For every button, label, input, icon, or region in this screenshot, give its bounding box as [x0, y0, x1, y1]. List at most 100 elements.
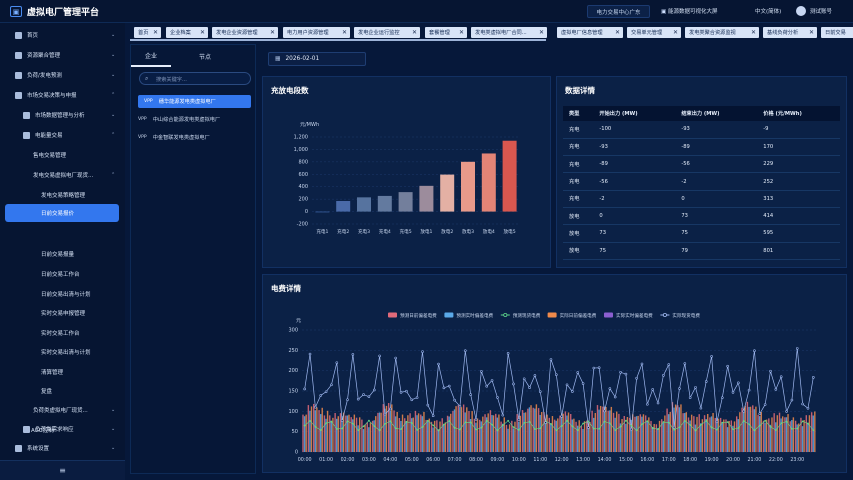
forecast-spot-point	[442, 423, 445, 426]
tab-package[interactable]: 套餐管理 ✕	[425, 27, 467, 38]
actual-spot-point	[683, 362, 687, 365]
fee-bar	[450, 413, 452, 452]
fee-bar	[762, 420, 765, 452]
forecast-spot-point	[630, 424, 633, 427]
tab-day-ahead[interactable]: 日前交易	[821, 27, 853, 38]
close-icon[interactable]: ✕	[459, 29, 464, 36]
x-tick-label: 17:00	[662, 457, 676, 463]
sidebar-item-forecast[interactable]: 负荷/发电预测 ⌄	[5, 66, 119, 84]
tab-trading-unit[interactable]: 交易单元管理 ✕	[627, 27, 681, 38]
sidebar-item-strategy[interactable]: 发电交易策略管理	[5, 186, 119, 204]
org-select[interactable]: 电力交易中心广东	[587, 5, 650, 18]
sidebar-item-day-ahead-volume[interactable]: 日前交易报量	[5, 245, 119, 263]
actual-spot-point	[785, 410, 788, 413]
close-icon[interactable]: ✕	[342, 29, 347, 36]
y-tick-label: 300	[288, 328, 298, 334]
tree-node[interactable]: VPP 中山综合能源发电类虚拟电厂	[138, 113, 251, 126]
x-tick-label: 06:00	[426, 457, 440, 463]
sidebar-item-market-data[interactable]: 市场数据管理与分析 ⌄	[5, 106, 119, 124]
sidebar-item-market-trading[interactable]: 市场交易决策与申报 ⌃	[5, 86, 119, 104]
sidebar-item-day-ahead-quote[interactable]: 日前交易报价	[5, 204, 119, 222]
sidebar-item-energy-trading[interactable]: 电能量交易 ⌃	[5, 126, 119, 144]
tab-vpp-contract[interactable]: 发电类虚拟电厂合同... ✕	[471, 27, 547, 38]
fee-bar	[508, 424, 511, 452]
sidebar-item-realtime-declaration[interactable]: 实时交易申报管理	[5, 304, 119, 322]
tab-baseline-analysis[interactable]: 基线负荷分析 ✕	[763, 27, 817, 38]
bar-放电2	[440, 174, 455, 212]
account-name[interactable]: 测试账号	[810, 7, 832, 15]
sidebar-item-retail-trading[interactable]: 售电交易管理	[5, 146, 119, 164]
forecast-spot-point	[394, 427, 397, 430]
table-row: 充电 -100 -93 -9	[563, 121, 840, 139]
fee-bar	[669, 411, 671, 452]
x-tick-label: 05:00	[405, 457, 419, 463]
table-cell: 充电	[563, 155, 594, 174]
data-screen-link[interactable]: ▣ 能源数据可视化大屏	[661, 7, 717, 15]
forecast-spot-point	[437, 429, 440, 432]
tree-node[interactable]: VPP 穗华能源发电类虚拟电厂	[138, 95, 251, 108]
forecast-spot-point	[421, 426, 424, 428]
close-icon[interactable]: ✕	[412, 29, 417, 36]
close-icon[interactable]: ✕	[673, 29, 678, 36]
sidebar-item-day-ahead-clearing[interactable]: 日前交易出清与计划	[5, 285, 119, 303]
sidebar-item-label: 负荷类虚拟电厂现货...	[33, 408, 88, 414]
close-icon[interactable]: ✕	[200, 29, 205, 36]
table-cell: -2	[593, 190, 676, 208]
legend-label: 预测实时偏差电费	[456, 312, 493, 319]
tree-node[interactable]: VPP 中金智联发电类虚拟电厂	[138, 131, 251, 144]
sidebar-item-home[interactable]: 首页 ⌄	[5, 26, 119, 44]
tab-node-tree[interactable]: 节点	[185, 45, 225, 67]
sidebar-item-system-settings[interactable]: 系统设置 ⌄	[5, 439, 119, 457]
actual-spot-point	[480, 370, 483, 373]
sidebar-item-realtime-workbench[interactable]: 实时交易工作台	[5, 324, 119, 342]
close-icon[interactable]: ✕	[751, 29, 756, 36]
close-icon[interactable]: ✕	[615, 29, 620, 36]
sidebar-item-demand-response[interactable]: 负荷类需求响应 ⌄	[5, 420, 119, 438]
close-icon[interactable]: ✕	[539, 29, 544, 36]
tab-aggregated-monitor[interactable]: 发电类聚合资源监视 ✕	[685, 27, 759, 38]
tab-scroll-indicator[interactable]	[130, 39, 546, 41]
column-header: 开始出力 (MW)	[593, 106, 676, 121]
table-row: 放电 75 79 801	[563, 242, 840, 260]
forecast-spot-point	[560, 425, 563, 427]
sidebar-item-day-ahead-workbench[interactable]: 日前交易工作台	[5, 265, 119, 283]
tab-operation-monitor[interactable]: 发电企业运行监控 ✕	[354, 27, 420, 38]
fee-bar	[694, 424, 697, 452]
fee-bar	[412, 417, 414, 452]
tab-enterprise[interactable]: 企业档案 ✕	[166, 27, 208, 38]
close-icon[interactable]: ✕	[809, 29, 814, 36]
table-row: 充电 -89 -56 229	[563, 155, 840, 174]
user-avatar-icon[interactable]	[796, 6, 806, 16]
chevron-down-icon: ⌄	[111, 112, 116, 118]
language-select[interactable]: 中文(简体)	[755, 7, 781, 15]
actual-spot-point	[710, 355, 713, 358]
forecast-spot-point	[657, 428, 659, 431]
sidebar-item-vpp-spot[interactable]: 发电交易虚拟电厂现货... ⌃	[5, 166, 119, 184]
sidebar-item-resource-aggregation[interactable]: 资源聚合管理 ⌄	[5, 46, 119, 64]
close-icon[interactable]: ✕	[153, 29, 158, 36]
actual-spot-point	[635, 376, 638, 380]
tab-label: 发电企业资源管理	[216, 30, 258, 36]
forecast-spot-point	[625, 419, 627, 422]
tab-user-resources[interactable]: 电力用户资源管理 ✕	[283, 27, 350, 38]
close-icon[interactable]: ✕	[270, 29, 275, 36]
table-cell: -2	[675, 172, 758, 191]
sidebar-collapse-button[interactable]: ≡	[0, 460, 125, 480]
date-picker[interactable]: ▦ 2026-02-01	[268, 52, 366, 66]
table-cell: 414	[757, 207, 840, 226]
fee-bar	[693, 416, 695, 452]
tab-enterprise-tree[interactable]: 企业	[131, 45, 171, 67]
forecast-spot-point	[603, 420, 606, 423]
tab-gen-resources[interactable]: 发电企业资源管理 ✕	[212, 27, 278, 38]
y-tick-label: 0	[295, 450, 298, 456]
forecast-spot-point	[721, 421, 724, 424]
sidebar-item-load-vpp-spot[interactable]: 负荷类虚拟电厂现货... ⌄	[5, 401, 119, 419]
tab-home[interactable]: 首页 ✕	[134, 27, 161, 38]
fee-bar	[321, 407, 323, 452]
tab-vpp-info[interactable]: 虚拟电厂信息管理 ✕	[557, 27, 623, 38]
sidebar-item-settlement[interactable]: 清算管理	[5, 363, 119, 381]
tree-search-input[interactable]: ⌕ 搜索关键字...	[139, 72, 251, 85]
sidebar-item-realtime-clearing[interactable]: 实时交易出清与计划	[5, 343, 119, 361]
actual-spot-point	[356, 397, 360, 401]
sidebar-item-review[interactable]: 复盘	[5, 382, 119, 400]
